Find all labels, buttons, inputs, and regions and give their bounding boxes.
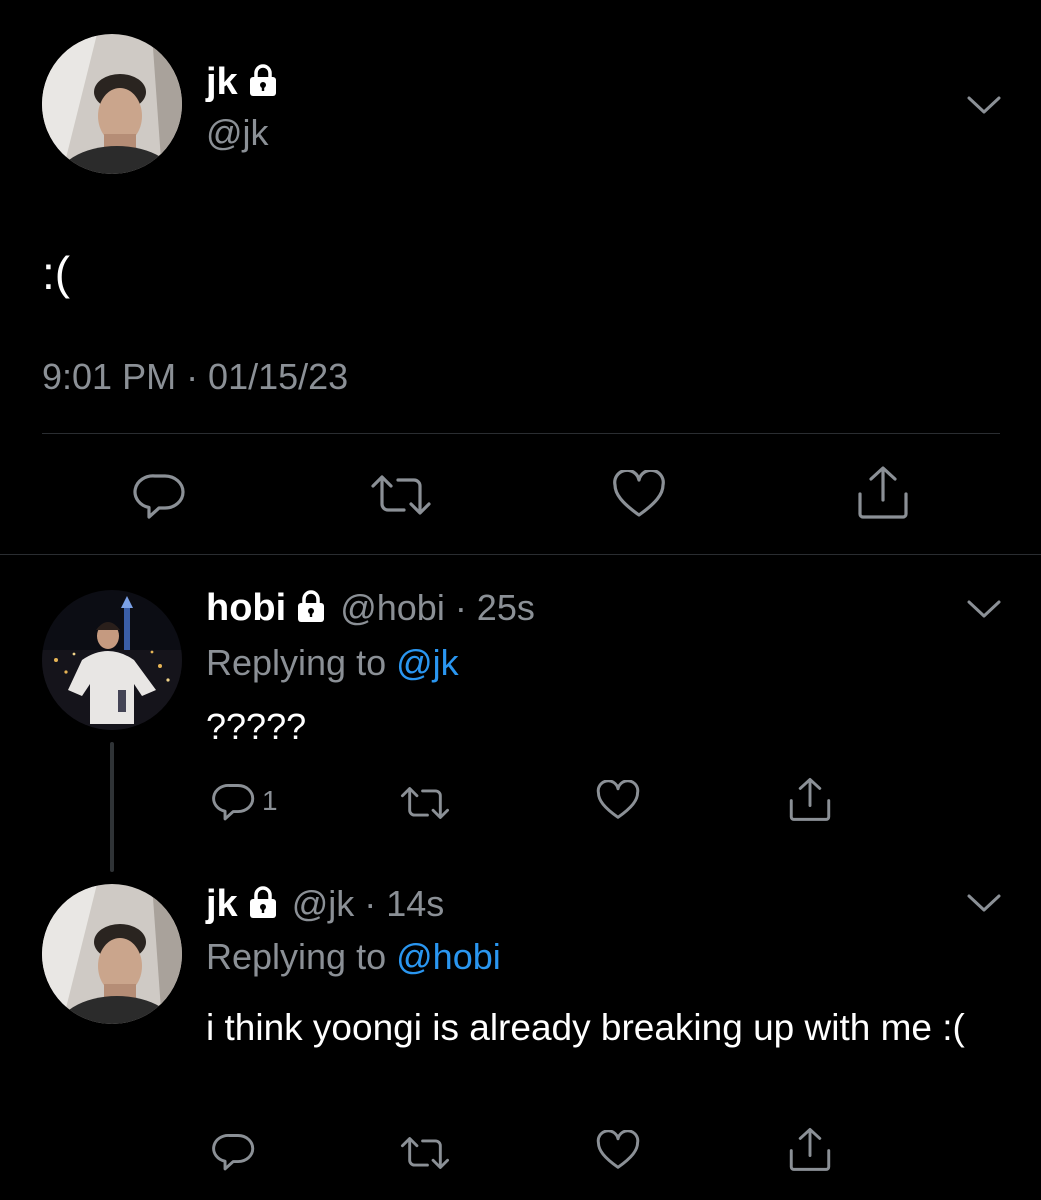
reply-icon [133, 474, 185, 519]
thread-line [110, 742, 114, 872]
share-button[interactable] [856, 464, 910, 520]
share-button[interactable] [788, 776, 832, 822]
reply-button[interactable] [133, 470, 187, 520]
retweet-icon [400, 787, 450, 819]
heart-icon [613, 470, 665, 517]
like-button[interactable] [596, 780, 640, 822]
share-icon [858, 466, 908, 519]
replying-label: Replying to [206, 936, 387, 977]
like-button[interactable] [612, 470, 666, 520]
tweet-text: i think yoongi is already breaking up wi… [206, 1007, 965, 1048]
handle-time[interactable]: @hobi · 25s [340, 587, 535, 629]
display-name[interactable]: jk [206, 61, 238, 104]
share-icon [789, 777, 831, 821]
replying-to: Replying to @jk [206, 642, 459, 684]
lock-icon [296, 589, 326, 627]
heart-icon [596, 780, 640, 819]
avatar[interactable] [42, 590, 182, 730]
avatar[interactable] [42, 884, 182, 1024]
display-name[interactable]: jk [206, 883, 238, 926]
retweet-button[interactable] [400, 1134, 450, 1172]
mention-link[interactable]: @hobi [396, 936, 501, 977]
reply-count: 1 [262, 785, 278, 816]
retweet-icon [371, 475, 431, 515]
reply-icon [212, 1134, 255, 1171]
handle[interactable]: @jk [206, 112, 269, 154]
retweet-icon [400, 1137, 450, 1169]
avatar[interactable] [42, 34, 182, 174]
retweet-button[interactable] [400, 784, 450, 822]
chevron-down-icon[interactable] [966, 598, 1002, 625]
timestamp: 9:01 PM · 01/15/23 [42, 356, 349, 397]
replying-to: Replying to @hobi [206, 936, 501, 978]
handle-time[interactable]: @jk · 14s [292, 883, 445, 925]
chevron-down-icon[interactable] [966, 892, 1002, 919]
tweet-text: ????? [206, 706, 307, 747]
divider [0, 554, 1041, 555]
mention-link[interactable]: @jk [396, 642, 459, 683]
share-icon [789, 1127, 831, 1171]
reply-button[interactable]: 1 [212, 780, 278, 822]
share-button[interactable] [788, 1126, 832, 1172]
divider [42, 433, 1000, 434]
like-button[interactable] [596, 1130, 640, 1172]
display-name[interactable]: hobi [206, 587, 286, 630]
heart-icon [596, 1130, 640, 1169]
lock-icon [248, 885, 278, 923]
tweet-text: :( [42, 247, 71, 299]
reply-icon [212, 784, 255, 821]
replying-label: Replying to [206, 642, 387, 683]
chevron-down-icon[interactable] [966, 94, 1002, 121]
retweet-button[interactable] [370, 472, 432, 518]
lock-icon [248, 63, 278, 101]
reply-button[interactable] [212, 1130, 256, 1172]
